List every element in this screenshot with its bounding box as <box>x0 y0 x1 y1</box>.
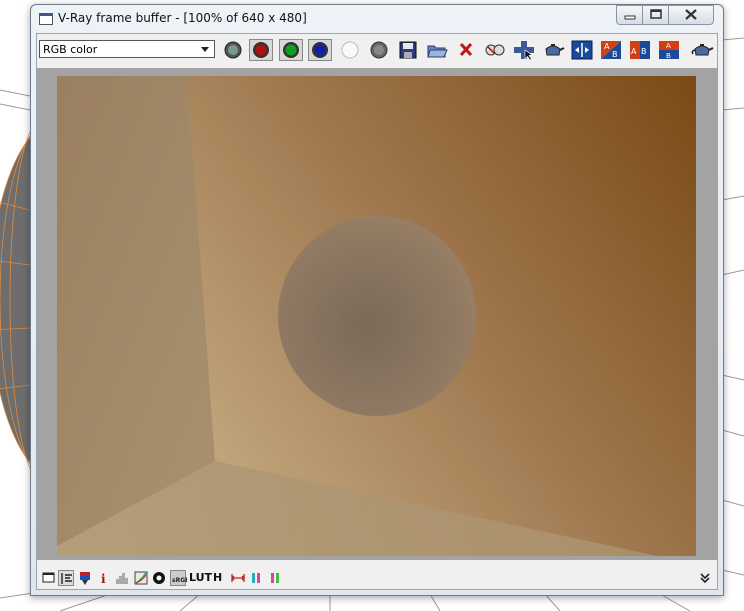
clear-image-icon <box>459 42 473 57</box>
minimize-button[interactable] <box>616 5 644 25</box>
red-channel-icon <box>253 42 269 58</box>
blue-channel-icon <box>312 42 328 58</box>
clear-image-button[interactable] <box>454 39 478 61</box>
blue-channel-button[interactable] <box>308 39 332 61</box>
stereo-cyan-icon <box>252 573 260 583</box>
srgb-icon: sRGB <box>172 577 187 584</box>
stereo-magenta-button[interactable] <box>268 570 284 586</box>
svg-text:B: B <box>641 47 647 56</box>
exposure-button[interactable] <box>151 570 167 586</box>
stereo-red-icon <box>231 574 245 582</box>
color-corrections-button[interactable] <box>77 570 93 586</box>
load-image-icon <box>427 45 448 58</box>
channel-dropdown[interactable]: RGB color <box>39 40 215 58</box>
red-channel-button[interactable] <box>249 39 273 61</box>
svg-text:A: A <box>604 42 610 51</box>
ab-vertical-button[interactable]: A B <box>657 39 681 61</box>
save-image-icon <box>399 41 417 59</box>
green-channel-icon <box>283 42 299 58</box>
monochrome-button[interactable] <box>367 39 391 61</box>
bottom-toolbar: i sRG LUT H <box>37 568 717 588</box>
stereo-magenta-icon <box>271 573 279 583</box>
minimize-icon <box>624 15 636 20</box>
rgb-channels-icon <box>224 41 242 59</box>
region-render-icon <box>514 41 534 61</box>
rendered-image <box>57 76 696 556</box>
save-image-button[interactable] <box>396 39 420 61</box>
h-button[interactable]: H <box>213 571 222 584</box>
close-icon <box>685 9 697 20</box>
close-button[interactable] <box>668 5 714 25</box>
histogram-button[interactable] <box>114 570 130 586</box>
channel-dropdown-value: RGB color <box>43 43 98 56</box>
alpha-channel-button[interactable] <box>338 39 362 61</box>
lut-button[interactable]: LUT <box>189 571 212 584</box>
region-render-button[interactable] <box>512 39 536 61</box>
exposure-icon <box>153 572 165 584</box>
levels-button[interactable] <box>58 570 74 586</box>
toolbar: RGB color A B A B A B <box>37 34 717 66</box>
render-teapot-button[interactable] <box>690 39 714 61</box>
window-app-icon <box>39 13 53 25</box>
compare-ab-horizontal-icon <box>571 40 593 60</box>
title-bar[interactable]: V-Ray frame buffer - [100% of 640 x 480] <box>31 5 723 33</box>
window-title: V-Ray frame buffer - [100% of 640 x 480] <box>58 11 307 25</box>
alpha-channel-icon <box>341 41 359 59</box>
info-icon: i <box>101 572 106 586</box>
svg-text:B: B <box>666 52 671 60</box>
pixel-info-button[interactable]: i <box>96 570 112 586</box>
histogram-icon <box>116 573 128 584</box>
srgb-button[interactable]: sRGB <box>170 570 187 586</box>
expand-panel-button[interactable] <box>697 570 713 586</box>
stereo-cyan-button[interactable] <box>249 570 265 586</box>
levels-icon <box>61 573 72 584</box>
vray-frame-buffer-window: V-Ray frame buffer - [100% of 640 x 480]… <box>30 4 724 596</box>
render-teapot-icon <box>691 44 714 56</box>
frame-buffer-client: RGB color A B A B A B i sRG LUT H <box>36 33 718 590</box>
ab-swap-button[interactable]: A B <box>628 39 652 61</box>
svg-text:sRGB: sRGB <box>172 577 187 584</box>
compare-ab-horizontal-button[interactable] <box>570 39 594 61</box>
render-view[interactable] <box>37 68 717 560</box>
chevron-down-icon <box>201 47 209 52</box>
ab-swap-icon: A B <box>630 41 650 59</box>
svg-text:B: B <box>612 50 618 59</box>
ab-vertical-icon: A B <box>659 41 679 60</box>
svg-text:A: A <box>666 42 671 50</box>
ab-compare-icon: A B <box>601 41 621 59</box>
maximize-button[interactable] <box>642 5 670 25</box>
svg-text:i: i <box>101 572 106 586</box>
track-mouse-icon <box>485 44 505 56</box>
green-channel-button[interactable] <box>279 39 303 61</box>
svg-text:A: A <box>631 47 637 56</box>
render-last-button[interactable] <box>541 39 565 61</box>
stereo-button[interactable] <box>230 570 246 586</box>
maximize-icon <box>650 9 662 19</box>
rgb-channels-button[interactable] <box>221 39 245 61</box>
render-last-icon <box>545 44 565 56</box>
curve-icon <box>134 571 148 585</box>
curve-button[interactable] <box>133 570 149 586</box>
show-info-panel-button[interactable] <box>41 570 57 586</box>
color-stack-icon <box>80 572 90 585</box>
monochrome-icon <box>370 41 388 59</box>
track-mouse-button[interactable] <box>483 39 507 61</box>
ab-compare-button[interactable]: A B <box>599 39 623 61</box>
load-image-button[interactable] <box>425 39 449 61</box>
window-panel-icon <box>42 572 55 583</box>
double-chevron-down-icon <box>700 573 710 584</box>
